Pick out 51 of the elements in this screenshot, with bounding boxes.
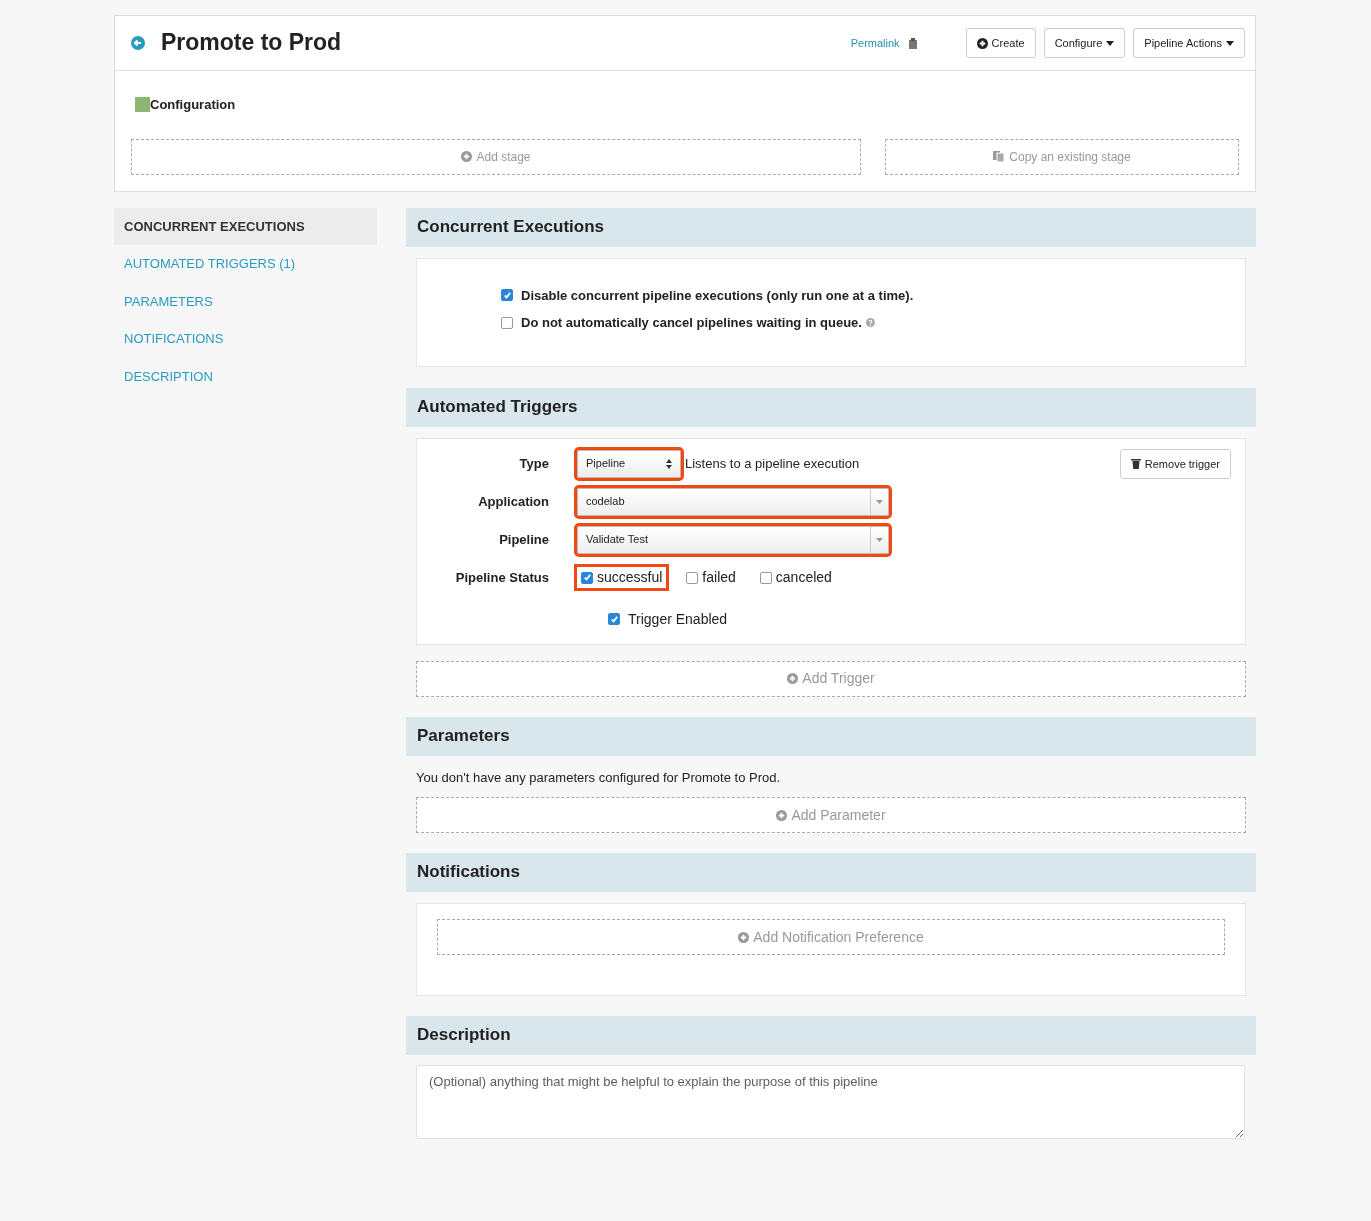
stage-marker <box>135 97 150 113</box>
status-option[interactable]: canceled <box>755 567 836 588</box>
toolbar-button[interactable]: Configure <box>1043 27 1126 59</box>
help-icon[interactable] <box>865 318 875 328</box>
checkbox[interactable] <box>501 289 513 302</box>
permalink-link[interactable]: Permalink <box>850 34 918 52</box>
caret-icon <box>876 499 883 504</box>
field-label: Type <box>518 454 550 473</box>
checkbox[interactable] <box>608 613 620 625</box>
section-header: Concurrent Executions <box>406 207 1256 247</box>
field-label: Application <box>477 492 550 511</box>
caret-icon <box>1106 40 1115 46</box>
copy-icon <box>993 151 1006 162</box>
dropdown-field[interactable]: codelab <box>577 487 889 516</box>
checkbox[interactable] <box>581 571 593 584</box>
section-header: Parameters <box>406 716 1256 756</box>
caret-icon <box>876 537 883 542</box>
dropdown-field[interactable]: Validate Test <box>577 525 889 554</box>
updown-icon <box>666 458 672 469</box>
description-field[interactable]: (Optional) anything that might be helpful to explain the purpose of this pipeline <box>416 1065 1245 1139</box>
type-select[interactable]: Pipeline <box>577 449 681 478</box>
caret-icon <box>1226 40 1234 46</box>
plus-circle-icon <box>976 37 988 49</box>
field-label: Pipeline <box>498 530 550 549</box>
checkbox[interactable] <box>501 316 513 329</box>
section-header: Description <box>406 1016 1256 1055</box>
toolbar-button[interactable]: Pipeline Actions <box>1133 27 1245 59</box>
option-label: Disable concurrent pipeline executions (only run one at a time). <box>521 286 914 305</box>
field-label: Pipeline Status <box>454 568 550 587</box>
plus-circle-icon <box>738 931 750 943</box>
toolbar-button[interactable]: Create <box>965 27 1036 59</box>
section-header: Notifications <box>406 853 1256 892</box>
trigger-enabled-label: Trigger Enabled <box>628 609 728 629</box>
option-label: Do not automatically cancel pipelines waiting in queue. <box>521 314 862 332</box>
status-option[interactable]: successful <box>577 567 667 588</box>
plus-circle-icon <box>461 151 473 162</box>
clipboard-icon <box>907 37 918 49</box>
section-header: Automated Triggers <box>406 387 1256 427</box>
plus-circle-icon <box>787 673 799 684</box>
sidebar-item[interactable]: CONCURRENT EXECUTIONS <box>114 207 377 245</box>
status-option[interactable]: failed <box>682 567 740 588</box>
plus-circle-icon <box>776 809 788 821</box>
trash-icon <box>1130 458 1141 470</box>
checkbox[interactable] <box>759 571 772 584</box>
remove-trigger-button[interactable]: Remove trigger <box>1119 448 1231 479</box>
type-description: Listens to a pipeline execution <box>685 454 860 473</box>
back-arrow-icon[interactable] <box>131 36 145 50</box>
stage-label[interactable]: Configuration <box>150 95 236 115</box>
parameters-message: You don't have any parameters configured for Promote to Prod. <box>416 768 782 787</box>
checkbox[interactable] <box>686 571 699 584</box>
page-title: Promote to Prod <box>161 29 342 57</box>
